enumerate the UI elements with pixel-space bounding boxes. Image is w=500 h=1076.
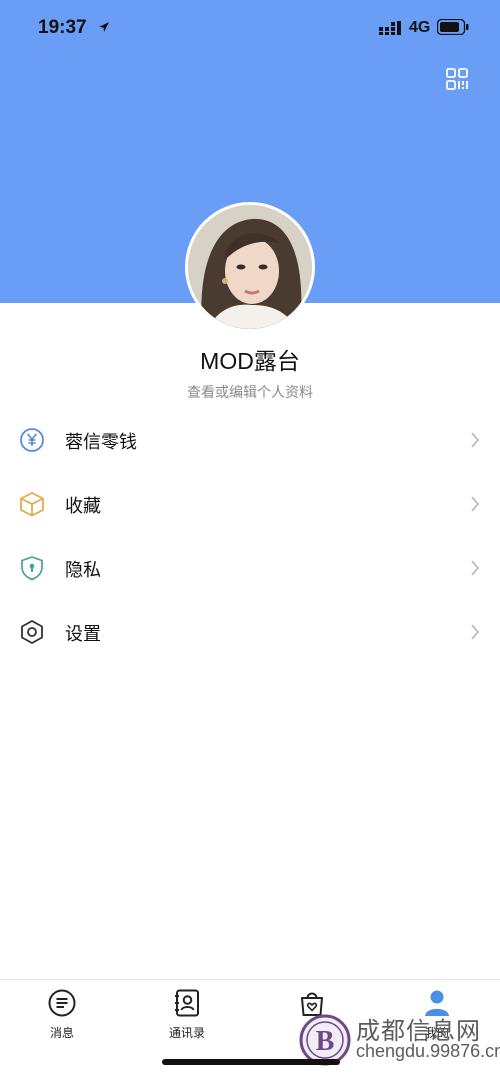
battery-icon bbox=[437, 19, 469, 35]
avatar[interactable] bbox=[185, 202, 315, 332]
menu-item-favorites[interactable]: 收藏 bbox=[0, 472, 500, 536]
edit-profile-link[interactable]: 查看或编辑个人资料 bbox=[0, 382, 500, 402]
network-type: 4G bbox=[409, 19, 431, 36]
home-indicator[interactable] bbox=[162, 1059, 340, 1065]
qr-code-icon bbox=[446, 68, 468, 90]
menu-label-wallet: 蓉信零钱 bbox=[65, 432, 137, 452]
tab-contacts[interactable]: 通讯录 bbox=[137, 980, 237, 1050]
chevron-right-icon bbox=[471, 560, 480, 576]
menu-label-favorites: 收藏 bbox=[65, 496, 101, 516]
svg-text:B: B bbox=[316, 1026, 335, 1057]
hexagon-gear-icon bbox=[21, 620, 43, 644]
tab-label-contacts: 通讯录 bbox=[168, 1026, 205, 1040]
status-time: 19:37 bbox=[38, 17, 87, 38]
menu-item-settings[interactable]: 设置 bbox=[0, 600, 500, 664]
menu-item-wallet[interactable]: 蓉信零钱 bbox=[0, 408, 500, 472]
chevron-right-icon bbox=[471, 432, 480, 448]
box-icon bbox=[20, 492, 44, 517]
qr-code-button[interactable] bbox=[444, 66, 470, 92]
contacts-icon bbox=[175, 989, 199, 1017]
chevron-right-icon bbox=[471, 624, 480, 640]
profile-menu: 蓉信零钱 收藏 隐私 设置 bbox=[0, 408, 500, 664]
signal-icon bbox=[379, 21, 401, 35]
tab-label-messages: 消息 bbox=[49, 1026, 74, 1040]
menu-label-settings: 设置 bbox=[65, 624, 101, 644]
chevron-right-icon bbox=[471, 496, 480, 512]
status-bar: 19:37 4G bbox=[0, 0, 500, 58]
wallet-yen-icon bbox=[20, 428, 44, 452]
menu-item-privacy[interactable]: 隐私 bbox=[0, 536, 500, 600]
location-arrow-icon bbox=[99, 22, 109, 32]
shield-lock-icon bbox=[21, 556, 43, 581]
profile-name[interactable]: MOD露台 bbox=[0, 342, 500, 376]
menu-label-privacy: 隐私 bbox=[65, 560, 101, 580]
tab-messages[interactable]: 消息 bbox=[12, 980, 112, 1050]
watermark-url: chengdu.99876.cn bbox=[356, 1041, 500, 1061]
message-icon bbox=[48, 989, 76, 1017]
avatar-photo bbox=[188, 205, 312, 329]
